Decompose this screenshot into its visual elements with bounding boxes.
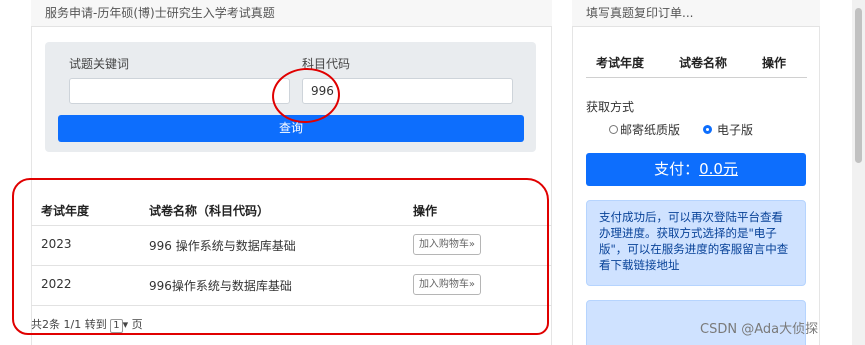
order-table-divider [586,77,807,78]
watermark: CSDN @Ada大侦探 [700,322,819,337]
radio-checked-icon[interactable] [703,125,712,134]
left-panel-header: 服务申请-历年硕(博)士研究生入学考试真题 [31,0,552,27]
right-panel-title: 填写真题复印订单... [586,6,694,20]
keyword-input[interactable] [69,78,290,104]
option-electronic[interactable]: 电子版 [703,121,753,138]
order-col-year: 考试年度 [596,56,645,70]
scrollbar-thumb[interactable] [855,8,862,163]
option-electronic-label: 电子版 [717,123,754,137]
option-mail-paper-label: 邮寄纸质版 [620,123,681,137]
info-alert: 支付成功后，可以再次登陆平台查看办理进度。获取方式选择的是"电子版"，可以在服务… [586,200,806,286]
order-col-action: 操作 [762,56,787,70]
pay-button[interactable]: 支付：0.0元 [586,153,806,186]
radio-unchecked-icon[interactable] [609,125,618,134]
info-alert-text: 支付成功后，可以再次登陆平台查看办理进度。获取方式选择的是"电子版"，可以在服务… [599,210,789,272]
order-col-name: 试卷名称 [679,56,728,70]
retrieval-method-label: 获取方式 [586,100,635,114]
pay-amount: 0.0元 [699,160,738,178]
option-mail-paper[interactable]: 邮寄纸质版 [609,121,680,138]
pay-label: 支付： [654,160,700,178]
keyword-label: 试题关键词 [69,57,130,71]
annotation-box [12,178,549,335]
right-panel-header: 填写真题复印订单... [572,0,820,27]
left-panel-title: 服务申请-历年硕(博)士研究生入学考试真题 [45,6,275,20]
